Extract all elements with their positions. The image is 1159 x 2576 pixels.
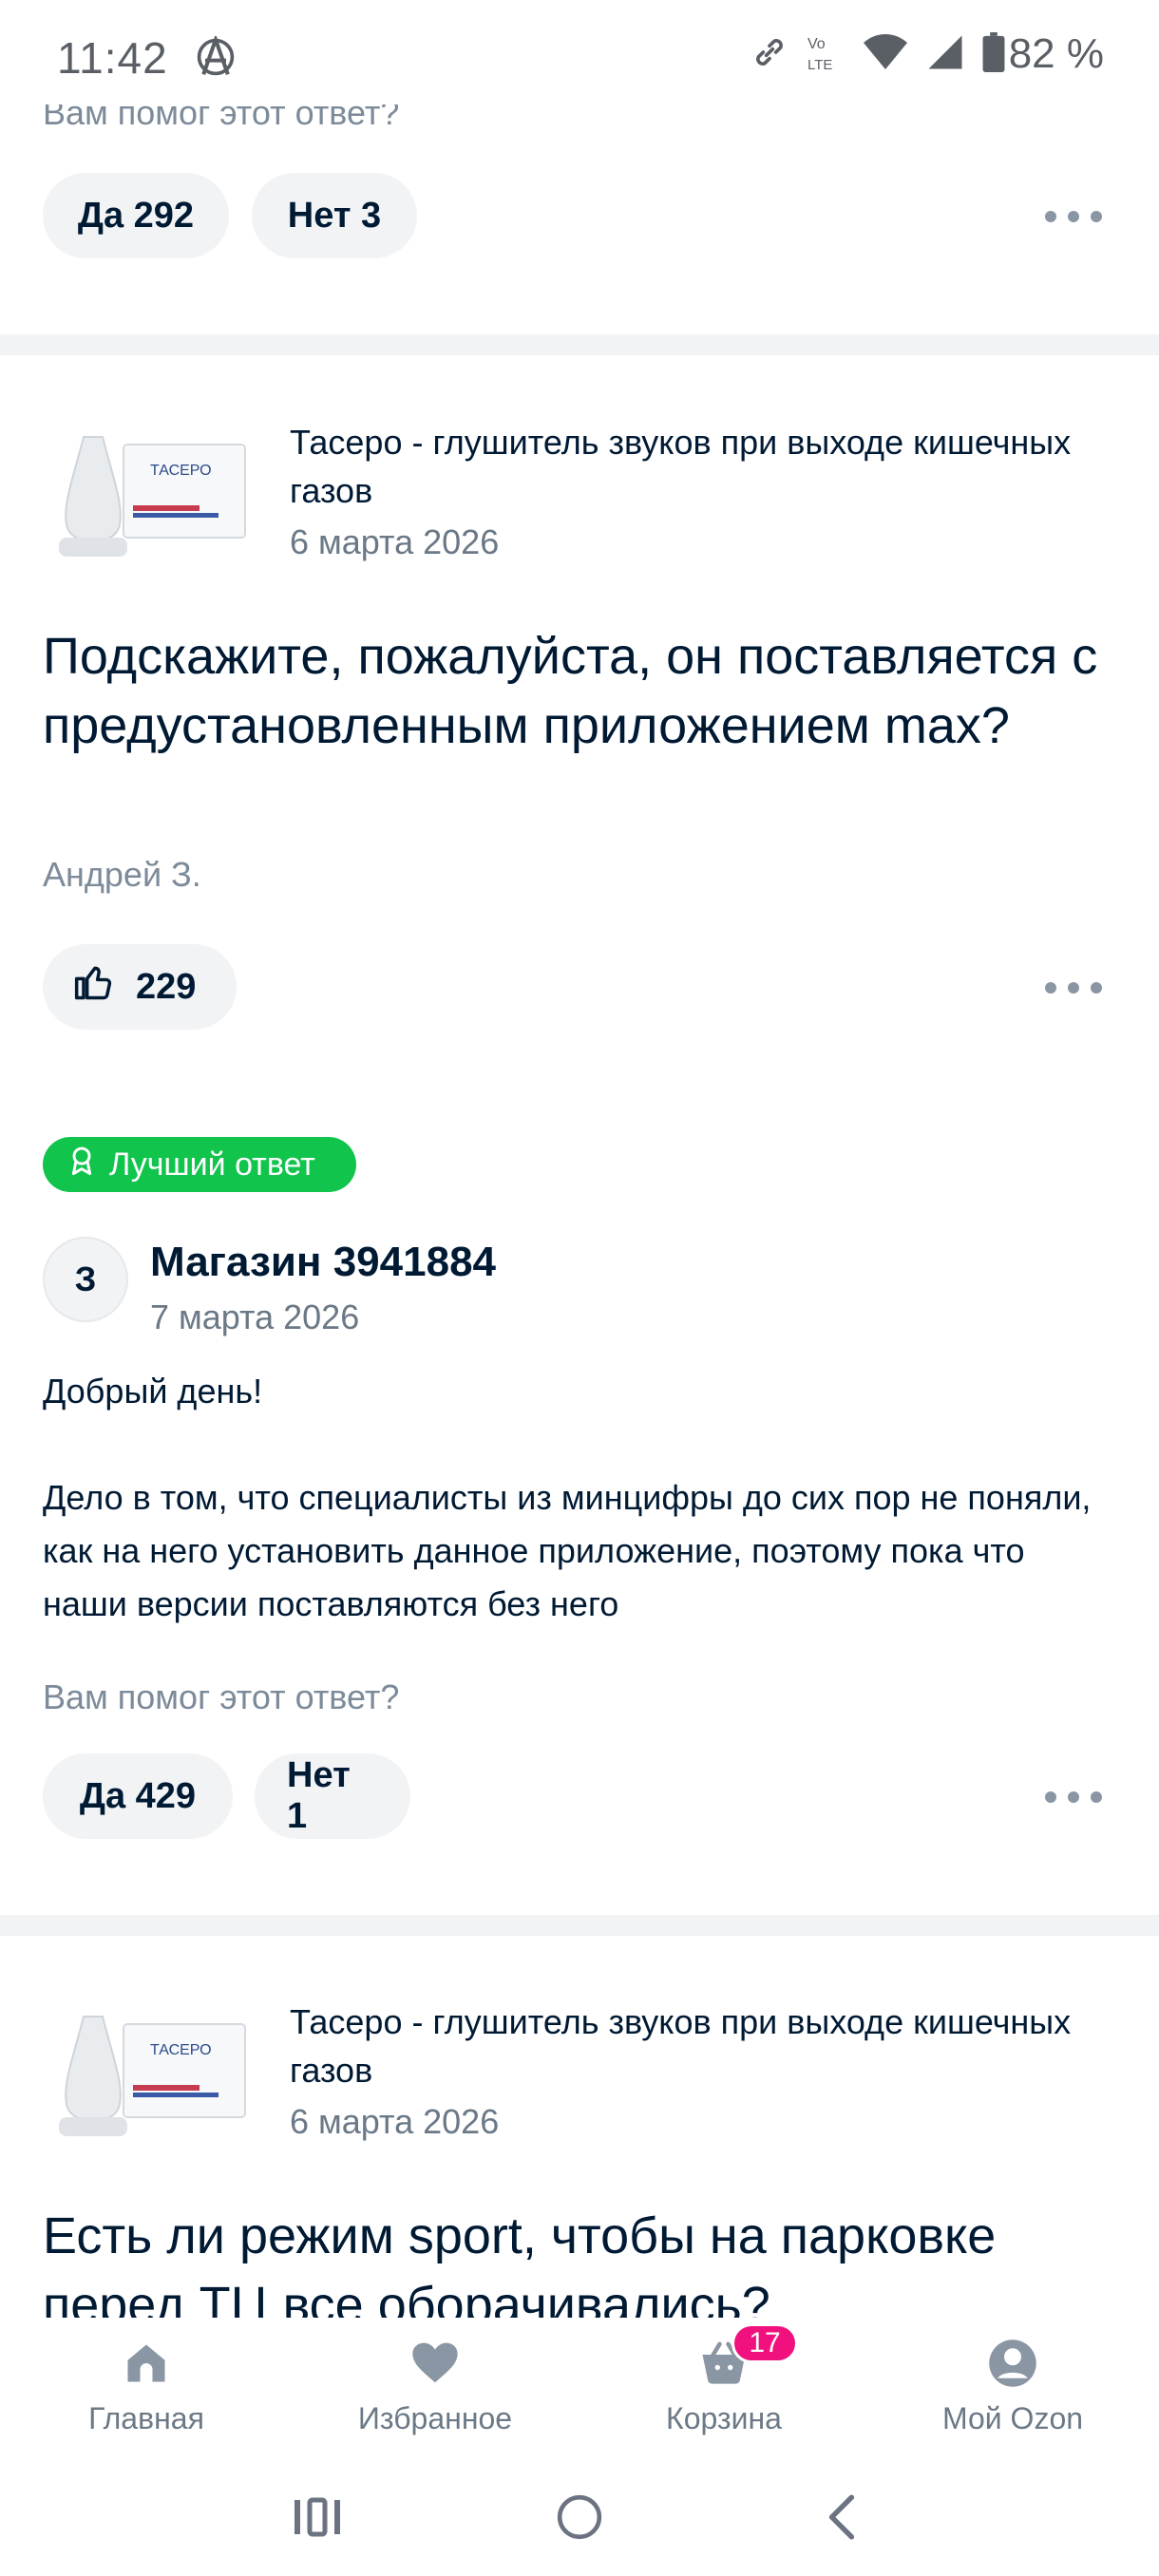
volte-icon: Vo LTE bbox=[806, 31, 846, 78]
home-button-icon[interactable] bbox=[551, 2489, 608, 2546]
home-icon bbox=[118, 2335, 175, 2392]
no-button[interactable]: Нет 1 bbox=[255, 1753, 410, 1839]
question-author: Андрей З. bbox=[43, 855, 201, 894]
section-divider bbox=[0, 334, 1159, 355]
more-options-icon[interactable] bbox=[1045, 978, 1102, 997]
questions-feed[interactable]: Вам помог этот ответ? Да 292 Нет 3 ТАСЕР… bbox=[0, 0, 1159, 2318]
shop-avatar[interactable]: З bbox=[43, 1237, 128, 1322]
nav-profile[interactable]: Мой Ozon bbox=[889, 2335, 1136, 2436]
award-icon bbox=[67, 1146, 96, 1184]
heart-icon bbox=[407, 2335, 464, 2392]
no-button[interactable]: Нет 3 bbox=[252, 173, 417, 258]
yes-button[interactable]: Да 429 bbox=[43, 1753, 233, 1839]
product-date: 6 марта 2026 bbox=[290, 2102, 500, 2141]
product-thumbnail[interactable]: ТАСЕРО bbox=[46, 418, 255, 570]
product-date: 6 марта 2026 bbox=[290, 522, 500, 561]
more-options-icon[interactable] bbox=[1045, 1788, 1102, 1807]
link-icon bbox=[750, 33, 788, 76]
wifi-icon bbox=[863, 33, 908, 76]
back-icon[interactable] bbox=[813, 2489, 870, 2546]
anarchy-icon bbox=[195, 33, 237, 78]
product-title[interactable]: Тасеро - глушитель звуков при выходе киш… bbox=[290, 418, 1107, 515]
shop-name[interactable]: Магазин 3941884 bbox=[150, 1239, 496, 1286]
signal-icon bbox=[925, 32, 965, 77]
product-thumbnail[interactable]: ТАСЕРО bbox=[46, 1998, 255, 2150]
best-answer-badge: Лучший ответ bbox=[43, 1137, 356, 1192]
screen: Вам помог этот ответ? Да 292 Нет 3 ТАСЕР… bbox=[0, 0, 1159, 2576]
battery-icon bbox=[982, 31, 1005, 77]
status-bar: 11:42 Vo LTE 82 % bbox=[0, 0, 1159, 104]
answer-body: Дело в том, что специалисты из минцифры … bbox=[43, 1478, 1092, 1623]
question-text: Подскажите, пожалуйста, он поставляется … bbox=[43, 628, 1098, 754]
nav-cart[interactable]: 17 Корзина bbox=[600, 2323, 847, 2436]
like-count: 229 bbox=[136, 966, 197, 1007]
svg-text:Vo: Vo bbox=[808, 36, 826, 52]
yes-button[interactable]: Да 292 bbox=[43, 173, 229, 258]
nav-home[interactable]: Главная bbox=[23, 2335, 270, 2436]
section-divider bbox=[0, 1915, 1159, 1936]
clock: 11:42 bbox=[57, 33, 168, 83]
svg-text:ТАСЕРО: ТАСЕРО bbox=[150, 463, 212, 479]
like-button[interactable]: 229 bbox=[43, 944, 237, 1030]
battery-percent: 82 % bbox=[1008, 30, 1104, 77]
recent-apps-icon[interactable] bbox=[289, 2489, 346, 2546]
cart-count-badge: 17 bbox=[732, 2323, 798, 2363]
thumbs-up-icon bbox=[73, 961, 115, 1013]
answer-greeting: Добрый день! bbox=[43, 1372, 263, 1411]
nav-favorites[interactable]: Избранное bbox=[312, 2335, 559, 2436]
bottom-navigation: Главная Избранное 17 Корзина Мой Ozon bbox=[0, 2318, 1159, 2460]
svg-text:LTE: LTE bbox=[808, 57, 832, 73]
answer-date: 7 марта 2026 bbox=[150, 1297, 360, 1336]
profile-icon bbox=[984, 2335, 1041, 2392]
svg-text:ТАСЕРО: ТАСЕРО bbox=[150, 2042, 212, 2058]
cart-icon: 17 bbox=[695, 2323, 798, 2392]
product-title[interactable]: Тасеро - глушитель звуков при выходе киш… bbox=[290, 1998, 1107, 2094]
question-text: Есть ли режим sport, чтобы на парковке п… bbox=[43, 2207, 997, 2318]
more-options-icon[interactable] bbox=[1045, 207, 1102, 226]
system-navigation-bar bbox=[0, 2460, 1159, 2576]
helped-question: Вам помог этот ответ? bbox=[43, 1677, 400, 1716]
